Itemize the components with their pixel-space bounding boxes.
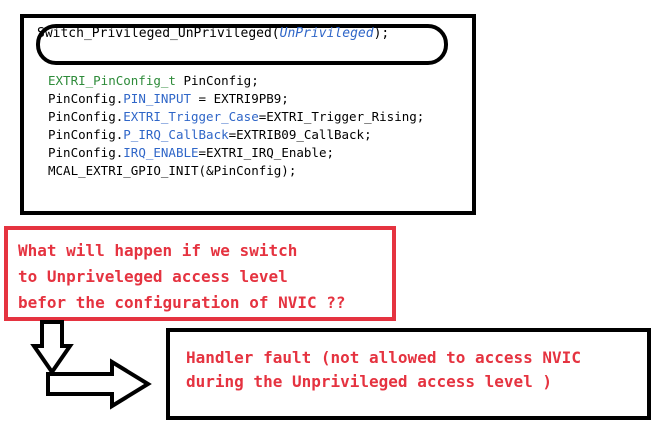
- down-arrow: [30, 320, 74, 376]
- answer-box: Handler fault (not allowed to access NVI…: [166, 328, 651, 420]
- answer-text: Handler fault (not allowed to access NVI…: [186, 348, 581, 391]
- right-arrow: [46, 358, 152, 410]
